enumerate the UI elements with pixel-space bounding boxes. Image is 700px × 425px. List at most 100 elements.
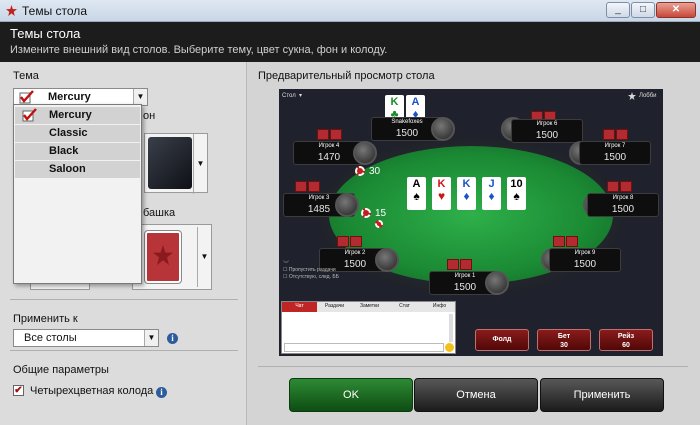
dialog-subtitle: Измените внешний вид столов. Выберите те… — [10, 44, 388, 56]
hero-card: K ♣ — [385, 95, 404, 120]
chevrons-down-icon: ︾ — [283, 262, 290, 268]
chevron-down-icon: ▾ — [299, 93, 303, 99]
ok-button[interactable]: OK — [289, 378, 413, 412]
away-option[interactable]: ☐ Отсутствую, след. ББ — [283, 274, 339, 281]
divider — [10, 299, 238, 300]
bet-amount: 15 — [375, 208, 387, 219]
theme-option-label: Classic — [49, 127, 88, 139]
card-suit: ♠ — [413, 189, 420, 203]
info-icon[interactable]: i — [167, 333, 178, 344]
theme-option-mercury[interactable]: Mercury — [15, 107, 140, 124]
maximize-button[interactable]: □ — [631, 2, 655, 18]
chat-tab[interactable]: Стат — [387, 303, 422, 309]
background-picker[interactable]: ▼ — [144, 133, 208, 194]
player-avatar — [353, 141, 377, 165]
action-amount: 60 — [622, 342, 630, 349]
chat-tab[interactable]: Заметки — [352, 303, 387, 309]
close-button[interactable]: ✕ — [656, 2, 696, 18]
chat-tab[interactable]: Чат — [282, 302, 317, 312]
sitout-option[interactable]: ☐ Пропустить раздачи — [283, 267, 339, 274]
bet-amount: 30 — [369, 166, 381, 177]
theme-option-label: Black — [49, 145, 79, 157]
raise-button[interactable]: Рейз 60 — [599, 329, 653, 351]
player-seat: Игрок 6 1500 — [511, 119, 583, 143]
hole-cards — [317, 129, 343, 141]
window-title: Темы стола — [22, 4, 87, 18]
chat-scrollbar[interactable] — [449, 314, 453, 342]
star-icon — [153, 245, 173, 265]
action-label: Рейз — [617, 333, 635, 340]
player-name: Игрок 8 — [612, 195, 634, 201]
divider — [258, 366, 688, 367]
info-icon[interactable]: i — [156, 387, 167, 398]
chevron-down-icon: ▼ — [133, 89, 147, 105]
chat-box: Чат Раздачи Заметки Стат Инфо — [281, 301, 456, 354]
chevron-down-icon: ▼ — [193, 134, 207, 194]
player-stack: 1500 — [573, 259, 597, 270]
dealer-button-icon — [375, 220, 383, 228]
pokerstars-logo-icon — [6, 5, 17, 16]
board-card: A ♠ — [407, 177, 426, 210]
hero-card: A ♦ — [406, 95, 425, 120]
theme-option-black[interactable]: Black — [15, 143, 140, 160]
theme-dropdown-list: Mercury Classic Black Saloon — [13, 104, 142, 284]
preview-label: Предварительный просмотр стола — [258, 70, 435, 82]
apply-to-select[interactable]: Все столы ▼ — [13, 329, 159, 347]
hole-cards — [607, 181, 633, 193]
card-suit: ♦ — [463, 189, 470, 203]
chat-options: ☐ Пропустить раздачи ☐ Отсутствую, след.… — [283, 267, 339, 281]
card-suit: ♠ — [513, 189, 520, 203]
chip-icon — [355, 166, 365, 176]
fold-button[interactable]: Фолд — [475, 329, 529, 351]
hole-cards — [295, 181, 321, 193]
cancel-button[interactable]: Отмена — [414, 378, 538, 412]
player-avatar — [335, 193, 359, 217]
player-stack: 1500 — [535, 130, 559, 141]
board-card: 10 ♠ — [507, 177, 526, 210]
minimize-button[interactable]: _ — [606, 2, 630, 18]
theme-select-value: Mercury — [48, 91, 91, 103]
chat-tab[interactable]: Раздачи — [317, 303, 352, 309]
theme-option-label: Mercury — [49, 109, 92, 121]
cardback-label: башка — [143, 207, 176, 219]
theme-option-classic[interactable]: Classic — [15, 125, 140, 142]
emoji-icon[interactable] — [445, 343, 454, 352]
player-stack: 1500 — [603, 152, 627, 163]
theme-option-label: Saloon — [49, 163, 86, 175]
chat-tab[interactable]: Инфо — [422, 303, 457, 309]
theme-label: Тема — [13, 70, 39, 82]
dialog-header: Темы стола Измените внешний вид столов. … — [0, 22, 700, 62]
theme-option-saloon[interactable]: Saloon — [15, 161, 140, 178]
apply-button[interactable]: Применить — [540, 378, 664, 412]
player-avatar — [431, 117, 455, 141]
hole-cards — [337, 236, 363, 248]
window-titlebar: Темы стола _ □ ✕ — [0, 0, 700, 22]
four-color-deck-label: Четырехцветная колода — [30, 385, 154, 397]
chevron-down-icon: ▼ — [144, 330, 158, 346]
general-settings-label: Общие параметры — [13, 364, 109, 376]
four-color-deck-checkbox[interactable]: ✔ — [13, 385, 24, 396]
card-suit: ♥ — [437, 189, 446, 203]
player-avatar — [485, 271, 509, 295]
player-avatar — [375, 248, 399, 272]
chip-icon — [361, 208, 371, 218]
player-seat: Игрок 8 1500 — [587, 193, 659, 217]
chevron-down-icon: ▼ — [197, 227, 211, 287]
cardback-thumbnail — [145, 231, 181, 283]
option-label: Отсутствую, след. ББ — [288, 274, 339, 280]
cardback-picker[interactable]: ▼ — [132, 224, 212, 290]
player-stack: 1500 — [611, 204, 635, 215]
hole-cards — [447, 259, 473, 271]
divider — [10, 350, 238, 351]
chat-input[interactable] — [284, 343, 444, 352]
background-label: он — [143, 110, 156, 122]
checkmark-icon — [22, 108, 37, 122]
action-label: Фолд — [492, 336, 512, 343]
board-card: K ♥ — [432, 177, 451, 210]
option-label: Пропустить раздачи — [288, 267, 336, 273]
action-amount: 30 — [560, 342, 568, 349]
player-seat: Игрок 9 1500 — [549, 248, 621, 272]
bet-button[interactable]: Бет 30 — [537, 329, 591, 351]
apply-to-label: Применить к — [13, 313, 78, 325]
hole-cards — [603, 129, 629, 141]
